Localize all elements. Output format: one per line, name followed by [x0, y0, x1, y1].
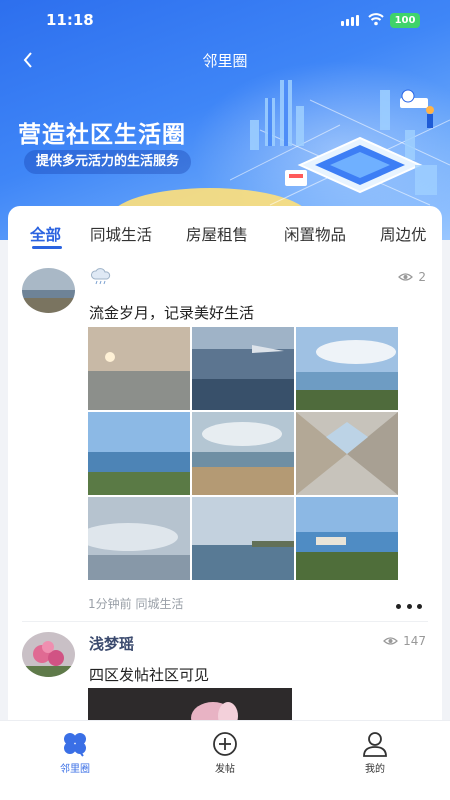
photo-thumbnail[interactable]	[88, 497, 190, 580]
view-count: 2	[398, 270, 426, 284]
tab-housing[interactable]: 房屋租售	[186, 223, 248, 245]
tab-all[interactable]: 全部	[30, 223, 61, 245]
smart-city-illustration	[230, 80, 450, 206]
category-tabs: 全部 同城生活 房屋租售 闲置物品 周边优	[8, 206, 442, 256]
author-name[interactable]: 浅梦瑶	[89, 633, 134, 654]
view-count: 147	[383, 634, 426, 648]
nav-label: 我的	[365, 764, 385, 775]
nav-mine[interactable]: 我的	[335, 731, 415, 775]
hero-banner: 11:18 100 邻里圈 营造社区生活圈 提供多元活力的生活服务	[0, 0, 450, 240]
more-options-button[interactable]	[396, 602, 422, 610]
eye-icon	[398, 273, 414, 281]
photo-thumbnail[interactable]	[296, 497, 398, 580]
tab-local-life[interactable]: 同城生活	[90, 223, 152, 245]
nav-bar: 邻里圈	[0, 44, 450, 76]
post-category: 同城生活	[135, 597, 184, 611]
status-bar: 11:18 100	[0, 0, 450, 40]
post-text: 四区发帖社区可见	[89, 666, 210, 684]
nav-neighborhood[interactable]: 邻里圈	[35, 731, 115, 775]
nav-label: 邻里圈	[60, 764, 90, 775]
banner-title: 营造社区生活圈	[18, 122, 186, 148]
avatar[interactable]	[22, 268, 75, 313]
banner-subtitle: 提供多元活力的生活服务	[24, 150, 192, 174]
tab-nearby[interactable]: 周边优	[380, 223, 427, 245]
rain-cloud-icon	[91, 268, 111, 285]
nav-label: 发帖	[215, 764, 235, 775]
divider	[22, 621, 428, 622]
photo-thumbnail[interactable]	[296, 327, 398, 410]
status-time: 11:18	[46, 11, 94, 29]
avatar[interactable]	[22, 632, 75, 677]
view-count-value: 2	[418, 270, 426, 284]
feed-card: 全部 同城生活 房屋租售 闲置物品 周边优 2 流金岁月，记录美好生活 1分钟前…	[8, 206, 442, 726]
photo-thumbnail[interactable]	[296, 412, 398, 495]
photo-thumbnail[interactable]	[192, 327, 294, 410]
battery-icon: 100	[390, 13, 420, 28]
photo-thumbnail[interactable]	[192, 412, 294, 495]
photo-thumbnail[interactable]	[88, 327, 190, 410]
active-tab-indicator	[32, 246, 62, 249]
post-item[interactable]: 浅梦瑶 147 四区发帖社区可见	[8, 630, 442, 726]
plus-circle-icon	[213, 732, 237, 756]
photo-thumbnail[interactable]	[192, 497, 294, 580]
tab-secondhand[interactable]: 闲置物品	[284, 223, 346, 245]
app-screen: 11:18 100 邻里圈 营造社区生活圈 提供多元活力的生活服务 全部 同城生…	[0, 0, 450, 800]
post-meta: 1分钟前 同城生活	[88, 595, 183, 612]
user-icon	[363, 732, 387, 757]
view-count-value: 147	[403, 634, 426, 648]
clover-icon	[64, 733, 86, 757]
post-time: 1分钟前	[88, 597, 132, 611]
post-item[interactable]: 2 流金岁月，记录美好生活 1分钟前 同城生活	[8, 264, 442, 624]
photo-thumbnail[interactable]	[88, 412, 190, 495]
photo-grid	[88, 327, 399, 581]
signal-icon	[341, 14, 363, 26]
nav-post[interactable]: 发帖	[185, 731, 265, 775]
wifi-icon	[368, 13, 384, 26]
eye-icon	[383, 637, 398, 645]
page-title: 邻里圈	[202, 52, 248, 70]
post-text: 流金岁月，记录美好生活	[89, 304, 255, 322]
bottom-navigation: 邻里圈 发帖 我的	[0, 720, 450, 800]
